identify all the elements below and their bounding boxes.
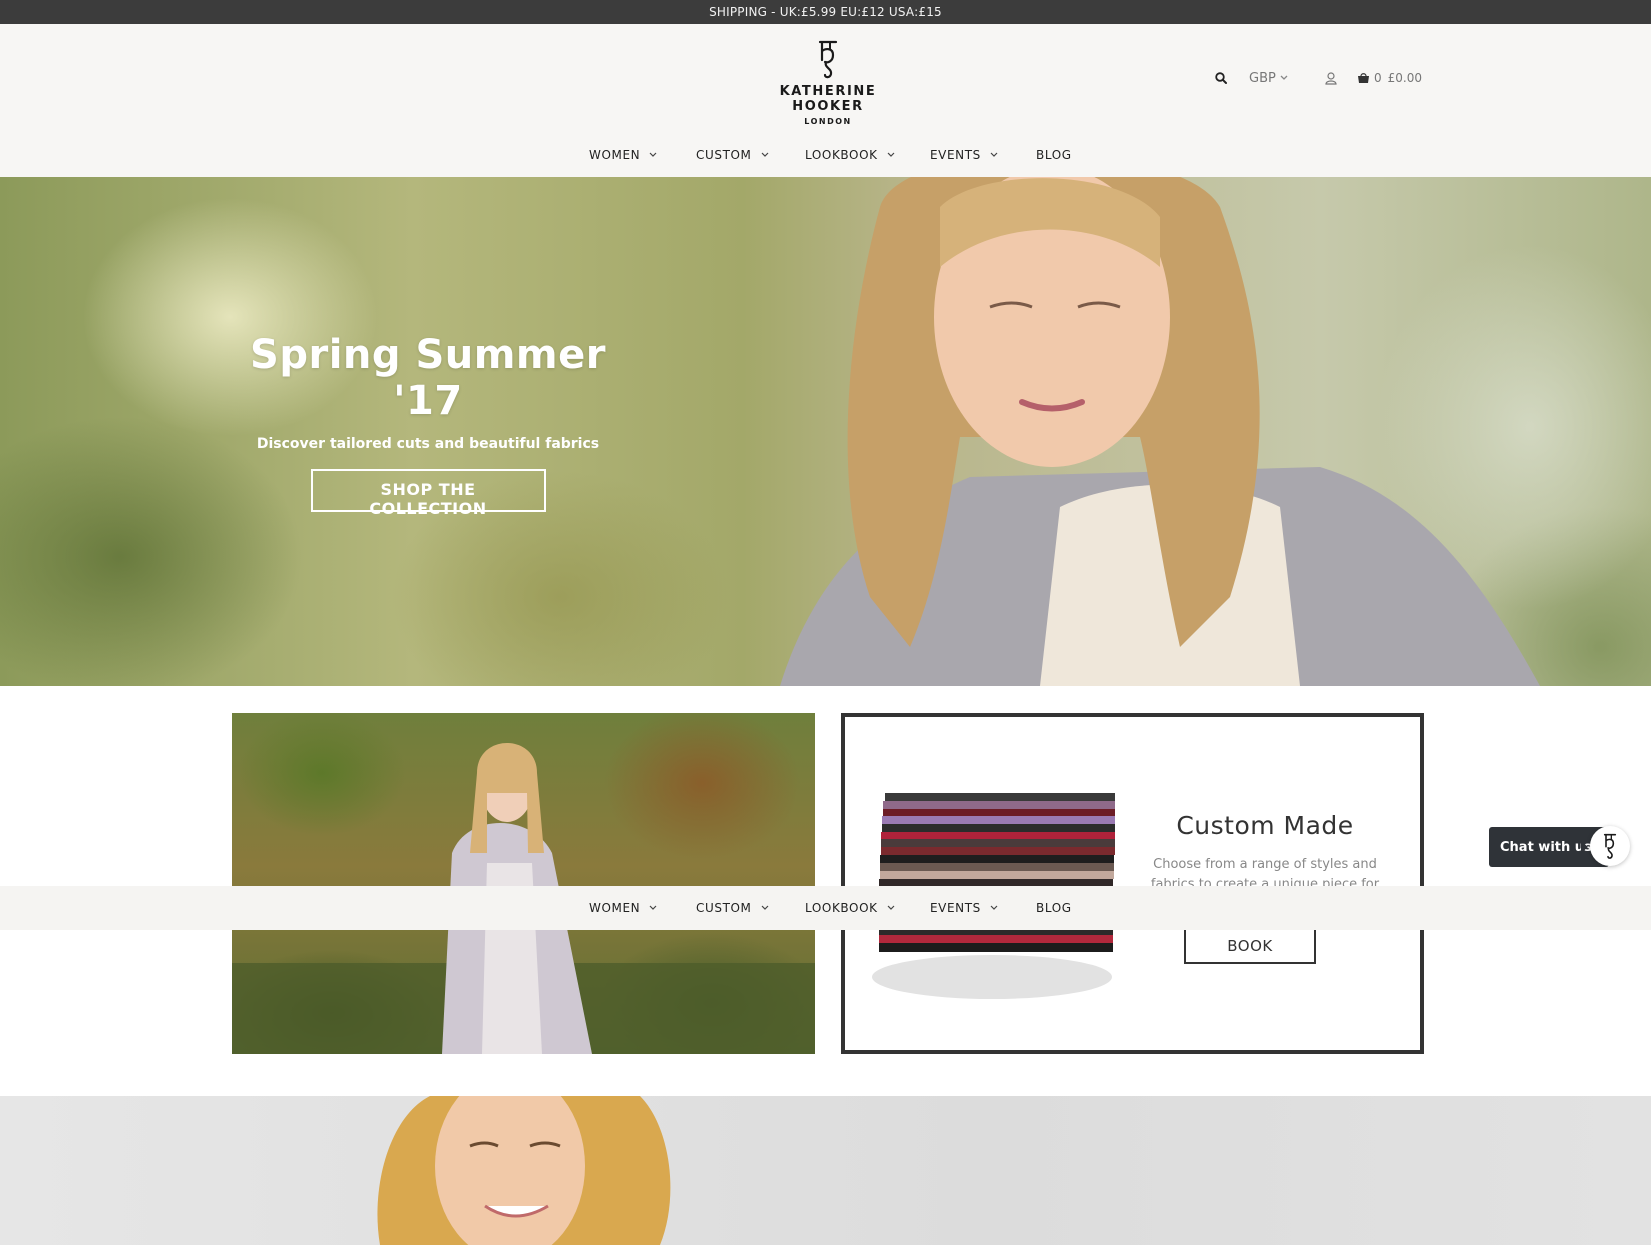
chevron-down-icon xyxy=(990,152,998,158)
chat-tooltip-arrow xyxy=(1581,841,1588,853)
nav-label: BLOG xyxy=(1036,901,1072,915)
cart-total: £0.00 xyxy=(1387,71,1422,85)
nav-label: WOMEN xyxy=(589,148,641,162)
nav-item-custom[interactable]: CUSTOM xyxy=(696,886,769,930)
chat-avatar[interactable] xyxy=(1590,826,1630,866)
nav-item-lookbook[interactable]: LOOKBOOK xyxy=(805,886,895,930)
chevron-down-icon xyxy=(649,152,657,158)
nav-label: WOMEN xyxy=(589,901,641,915)
kh-monogram-icon xyxy=(1603,833,1617,859)
autumn-model-image xyxy=(232,743,815,1054)
bottom-banner[interactable] xyxy=(0,1096,1651,1245)
search-icon xyxy=(1215,72,1227,84)
shipping-text: SHIPPING - UK:£5.99 EU:£12 USA:£15 xyxy=(709,5,942,19)
hero-model-image xyxy=(780,177,1540,686)
shopping-bag-icon xyxy=(1358,73,1369,83)
hero-title: Spring Summer '17 xyxy=(250,332,606,424)
chevron-down-icon xyxy=(761,152,769,158)
nav-item-custom[interactable]: CUSTOM xyxy=(696,133,769,177)
sticky-nav: WOMEN CUSTOM LOOKBOOK EVENTS BLOG xyxy=(0,886,1651,930)
cart-button[interactable]: 0 £0.00 xyxy=(1357,68,1422,88)
chevron-down-icon xyxy=(649,905,657,911)
cart-count: 0 xyxy=(1374,71,1382,85)
currency-select[interactable]: GBP xyxy=(1249,68,1288,88)
nav-label: CUSTOM xyxy=(696,901,752,915)
chevron-down-icon xyxy=(761,905,769,911)
custom-made-card: Custom Made Choose from a range of style… xyxy=(841,713,1424,1054)
chevron-down-icon xyxy=(990,905,998,911)
nav-item-women[interactable]: WOMEN xyxy=(589,886,657,930)
main-nav: WOMEN CUSTOM LOOKBOOK EVENTS BLOG xyxy=(0,133,1651,177)
card-desc-line: Choose from a range of styles and xyxy=(1153,857,1377,872)
smiling-model-image xyxy=(377,1096,671,1245)
nav-item-events[interactable]: EVENTS xyxy=(930,886,998,930)
nav-label: CUSTOM xyxy=(696,148,752,162)
nav-item-lookbook[interactable]: LOOKBOOK xyxy=(805,133,895,177)
search-button[interactable] xyxy=(1215,68,1227,88)
currency-label: GBP xyxy=(1249,70,1276,86)
hero-banner: Spring Summer '17 Discover tailored cuts… xyxy=(0,177,1651,686)
nav-label: LOOKBOOK xyxy=(805,148,878,162)
nav-label: LOOKBOOK xyxy=(805,901,878,915)
shipping-bar: SHIPPING - UK:£5.99 EU:£12 USA:£15 xyxy=(0,0,1651,24)
account-button[interactable] xyxy=(1325,68,1337,88)
promo-photo[interactable] xyxy=(232,713,815,1054)
hero-subtitle: Discover tailored cuts and beautiful fab… xyxy=(256,436,600,452)
card-title: Custom Made xyxy=(1176,811,1354,840)
user-icon xyxy=(1325,71,1337,85)
nav-label: EVENTS xyxy=(930,901,981,915)
hero-text: Spring Summer '17 Discover tailored cuts… xyxy=(228,332,628,518)
nav-item-events[interactable]: EVENTS xyxy=(930,133,998,177)
chevron-down-icon xyxy=(887,152,895,158)
nav-item-blog[interactable]: BLOG xyxy=(1036,133,1072,177)
chevron-down-icon xyxy=(1280,75,1288,80)
book-button[interactable]: BOOK xyxy=(1184,927,1316,964)
nav-item-blog[interactable]: BLOG xyxy=(1036,886,1072,930)
nav-label: EVENTS xyxy=(930,148,981,162)
brand-name: KATHERINE HOOKER xyxy=(779,84,877,114)
nav-item-women[interactable]: WOMEN xyxy=(589,133,657,177)
shop-collection-button[interactable]: SHOP THE COLLECTION xyxy=(310,469,546,518)
kh-monogram-icon xyxy=(818,40,838,79)
nav-label: BLOG xyxy=(1036,148,1072,162)
brand-logo[interactable]: KATHERINE HOOKER LONDON xyxy=(745,38,911,126)
chevron-down-icon xyxy=(887,905,895,911)
brand-sub: LONDON xyxy=(804,117,852,126)
